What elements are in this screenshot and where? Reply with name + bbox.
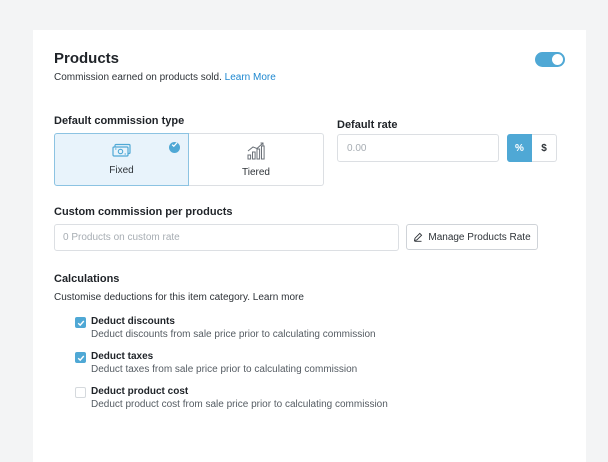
option-title: Deduct discounts [91,316,175,327]
calculations-description-text: Customise deductions for this item categ… [54,292,251,303]
products-card: Products Commission earned on products s… [33,30,586,462]
custom-commission-label: Custom commission per products [54,206,233,218]
learn-more-link[interactable]: Learn More [225,72,276,83]
checkmark-icon [77,320,84,326]
option-description: Deduct product cost from sale price prio… [91,399,388,410]
manage-products-rate-button[interactable]: Manage Products Rate [406,224,538,250]
option-description: Deduct taxes from sale price prior to ca… [91,364,358,375]
default-rate-label: Default rate [337,119,398,131]
deduct-discounts-checkbox[interactable] [75,317,86,328]
calculations-description: Customise deductions for this item categ… [54,292,304,303]
toggle-knob [552,54,563,65]
pencil-icon [414,232,423,242]
deduct-taxes-checkbox[interactable] [75,352,86,363]
commission-type-fixed[interactable]: Fixed [54,133,189,186]
option-title: Deduct product cost [91,386,189,397]
calculations-learn-more-link[interactable]: Learn more [253,292,304,303]
manage-button-label: Manage Products Rate [428,231,531,243]
custom-rate-input[interactable] [54,224,399,251]
default-rate-input[interactable] [337,134,499,162]
percent-unit-button[interactable]: % [507,134,532,162]
calculations-label: Calculations [54,273,120,285]
selected-check-icon [169,142,180,153]
dollar-unit-button[interactable]: $ [532,134,557,162]
page-subtitle: Commission earned on products sold. Lear… [54,72,276,83]
commission-type-tiered[interactable]: Tiered [189,133,324,186]
fixed-label: Fixed [109,165,134,176]
option-description: Deduct discounts from sale price prior t… [91,329,376,340]
commission-type-label: Default commission type [54,115,185,127]
tiered-label: Tiered [242,167,270,178]
products-toggle[interactable] [535,52,565,67]
tiered-chart-icon [247,142,265,160]
page-title: Products [54,50,120,67]
checkmark-icon [77,355,84,361]
subtitle-text: Commission earned on products sold. [54,72,222,83]
option-title: Deduct taxes [91,351,154,362]
deduct-product-cost-checkbox[interactable] [75,387,86,398]
cash-icon [111,143,131,157]
